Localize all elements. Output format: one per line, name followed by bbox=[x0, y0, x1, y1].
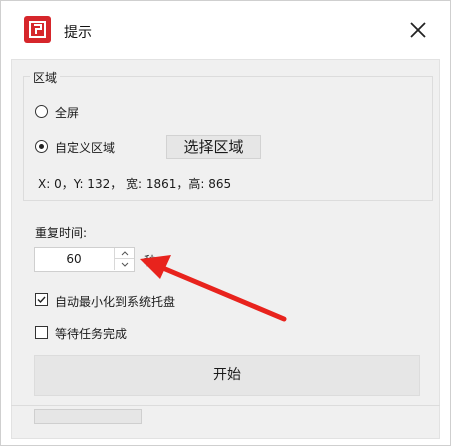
region-group-legend: 区域 bbox=[30, 69, 61, 86]
wait-task-checkbox[interactable] bbox=[35, 326, 48, 339]
chevron-down-icon bbox=[121, 262, 129, 267]
fullscreen-radio[interactable] bbox=[35, 105, 48, 118]
wait-task-label[interactable]: 等待任务完成 bbox=[55, 325, 127, 342]
select-region-button[interactable]: 选择区域 bbox=[166, 135, 261, 159]
dialog-window: 提示 区域 全屏 自定义区域 选择区域 X: 0，Y: 132， 宽: 1861… bbox=[0, 0, 451, 446]
checkmark-icon bbox=[37, 296, 46, 304]
progress-bar bbox=[34, 409, 142, 424]
region-coordinates-text: X: 0，Y: 132， 宽: 1861，高: 865 bbox=[38, 177, 232, 191]
start-button[interactable]: 开始 bbox=[34, 355, 420, 396]
divider bbox=[11, 405, 440, 406]
auto-minimize-checkbox[interactable] bbox=[35, 293, 48, 306]
repeat-time-spinbox[interactable]: 60 bbox=[34, 247, 135, 272]
spin-up-button[interactable] bbox=[114, 248, 134, 259]
app-logo-icon bbox=[24, 16, 51, 43]
close-icon[interactable] bbox=[405, 17, 431, 43]
chevron-up-icon bbox=[121, 251, 129, 256]
title-bar[interactable]: 提示 bbox=[1, 1, 450, 59]
radio-selected-dot bbox=[39, 144, 44, 149]
spin-down-button[interactable] bbox=[114, 259, 134, 270]
fullscreen-radio-label[interactable]: 全屏 bbox=[55, 104, 79, 121]
repeat-time-label: 重复时间: bbox=[35, 226, 88, 240]
auto-minimize-label[interactable]: 自动最小化到系统托盘 bbox=[55, 293, 175, 310]
repeat-time-value[interactable]: 60 bbox=[35, 248, 113, 271]
window-title: 提示 bbox=[64, 25, 92, 41]
custom-region-radio[interactable] bbox=[35, 140, 48, 153]
repeat-time-unit: 秒 bbox=[144, 254, 157, 268]
custom-region-radio-label[interactable]: 自定义区域 bbox=[55, 139, 115, 156]
